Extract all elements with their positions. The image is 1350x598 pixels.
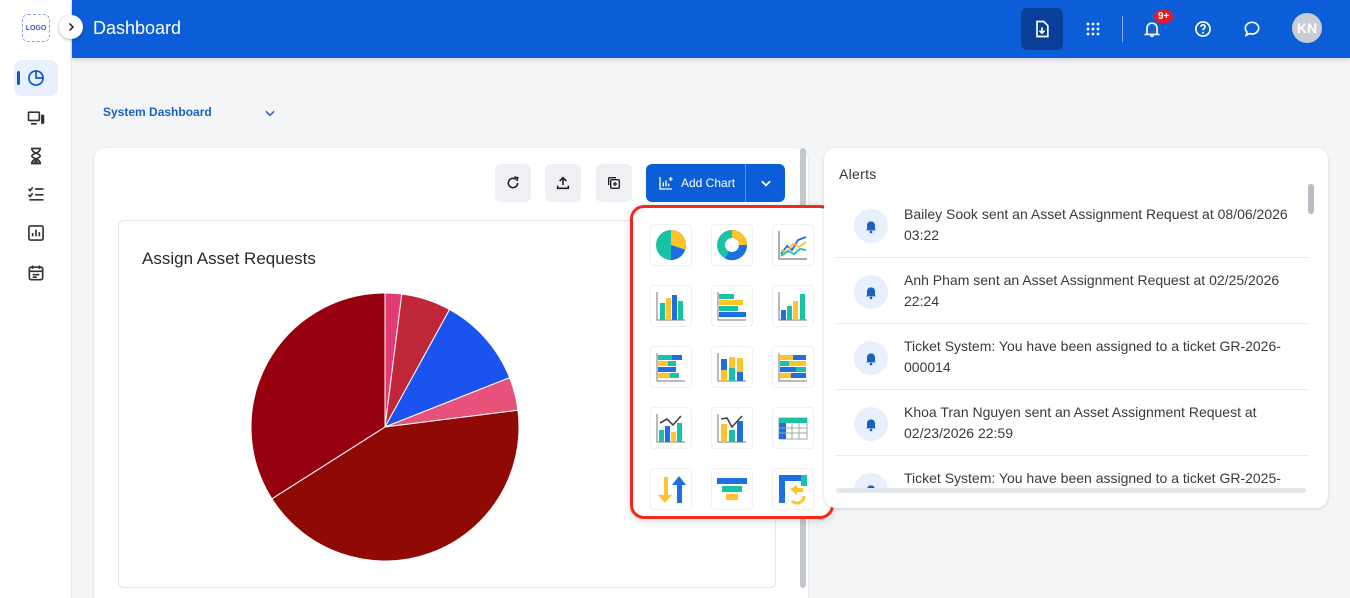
chart-option-horizontal-bar[interactable] [711,285,753,327]
bell-icon [854,209,888,243]
bell-icon [854,341,888,375]
alert-text: Anh Pham sent an Asset Assignment Reques… [904,272,1280,309]
alert-text: Ticket System: You have been assigned to… [904,338,1281,375]
add-chart-icon [659,177,673,190]
line-chart-icon [778,231,807,260]
bar-chart-icon [656,292,685,321]
duplicate-button[interactable] [596,164,632,202]
chart-option-up-down[interactable] [650,468,692,510]
chart-option-stacked-horizontal-bar-100[interactable] [772,346,814,388]
add-copy-icon [608,177,620,189]
donut-chart-icon [717,230,747,261]
sidebar-item-assets[interactable] [14,100,58,136]
dashboard-selector-value: System Dashboard [103,105,212,119]
notifications-button[interactable]: 9+ [1131,8,1174,50]
chart-option-grouped-bar[interactable] [772,285,814,327]
chat-button[interactable] [1231,8,1273,50]
alerts-scrollbar[interactable] [1308,184,1314,214]
apps-button[interactable] [1072,8,1114,50]
bell-icon [854,407,888,441]
stacked-bar-chart-icon [717,353,746,382]
user-avatar[interactable]: KN [1292,13,1322,43]
chart-option-combo[interactable] [650,407,692,449]
chart-option-pie[interactable] [650,224,692,266]
sidebar-item-dashboard[interactable] [14,60,58,96]
alerts-horizontal-scrollbar[interactable] [836,488,1306,493]
stacked-horizontal-bar-100-icon [778,353,807,382]
notification-badge: 9+ [1154,10,1174,23]
refresh-icon [507,176,519,189]
alerts-title: Alerts [839,166,877,182]
chevron-right-icon [68,22,75,32]
devices-icon [27,111,45,125]
pie-chart[interactable] [247,289,523,565]
chart-option-stacked-bar[interactable] [711,346,753,388]
export-button[interactable] [545,164,581,202]
alerts-panel: Alerts Bailey Sook sent an Asset Assignm… [824,148,1328,508]
chat-icon [1244,21,1260,37]
up-down-arrows-icon [658,476,686,503]
download-report-button[interactable] [1021,8,1063,50]
chevron-down-icon [265,110,275,117]
alert-item[interactable]: Anh Pham sent an Asset Assignment Reques… [836,258,1308,324]
stacked-horizontal-bar-icon [656,353,685,382]
file-download-icon [1036,20,1049,38]
alert-text: Ticket System: You have been assigned to… [904,470,1281,486]
bar-report-icon [28,225,44,241]
add-chart-main[interactable]: Add Chart [646,164,746,202]
sidebar-item-pending[interactable] [14,138,58,174]
page-title: Dashboard [93,18,182,38]
chevron-down-icon [760,180,771,187]
chart-option-table[interactable] [772,407,814,449]
chart-option-combo-bar-line[interactable] [711,407,753,449]
chart-title: Assign Asset Requests [142,249,316,268]
app-logo[interactable]: LOGO [22,14,50,42]
chart-option-flow[interactable] [772,468,814,510]
chart-option-donut[interactable] [711,224,753,266]
help-icon [1195,21,1211,37]
sidebar-item-tasks[interactable] [14,176,58,212]
alert-item[interactable]: Bailey Sook sent an Asset Assignment Req… [836,192,1308,258]
alert-list: Bailey Sook sent an Asset Assignment Req… [836,192,1308,490]
chart-option-line[interactable] [772,224,814,266]
combo-chart-icon [656,414,685,443]
sidebar: LOGO [0,0,72,598]
pie-chart-icon [28,70,44,86]
hourglass-icon [30,147,42,165]
horizontal-bar-chart-icon [717,292,746,321]
sidebar-toggle-button[interactable] [59,15,83,39]
grouped-bar-chart-icon [778,292,807,321]
chart-option-funnel[interactable] [711,468,753,510]
table-chart-icon [778,417,808,440]
alert-item[interactable]: Ticket System: You have been assigned to… [836,324,1308,390]
top-header: Dashboard 9+ KN [72,0,1350,58]
sidebar-item-reports[interactable] [14,215,58,251]
apps-grid-icon [1086,22,1100,36]
dashboard-selector[interactable]: System Dashboard [103,105,275,119]
funnel-chart-icon [717,478,747,500]
checklist-icon [27,186,44,201]
flow-exchange-icon [779,475,807,505]
bell-icon [854,275,888,309]
pie-chart-icon [656,230,686,260]
combo-bar-line-icon [717,414,746,443]
header-divider [1122,16,1123,42]
calendar-icon [28,265,44,281]
chart-option-bar[interactable] [650,285,692,327]
alert-item[interactable]: Ticket System: You have been assigned to… [836,456,1308,490]
add-chart-button[interactable]: Add Chart [646,164,785,202]
alert-text: Khoa Tran Nguyen sent an Asset Assignmen… [904,404,1257,441]
sidebar-item-calendar[interactable] [14,255,58,291]
add-chart-label: Add Chart [681,176,736,190]
alert-item[interactable]: Khoa Tran Nguyen sent an Asset Assignmen… [836,390,1308,456]
upload-icon [556,176,570,190]
chart-type-picker [630,205,834,519]
refresh-button[interactable] [495,164,531,202]
chart-option-stacked-horizontal-bar[interactable] [650,346,692,388]
help-button[interactable] [1182,8,1224,50]
alert-text: Bailey Sook sent an Asset Assignment Req… [904,206,1288,243]
add-chart-dropdown-toggle[interactable] [746,176,785,190]
